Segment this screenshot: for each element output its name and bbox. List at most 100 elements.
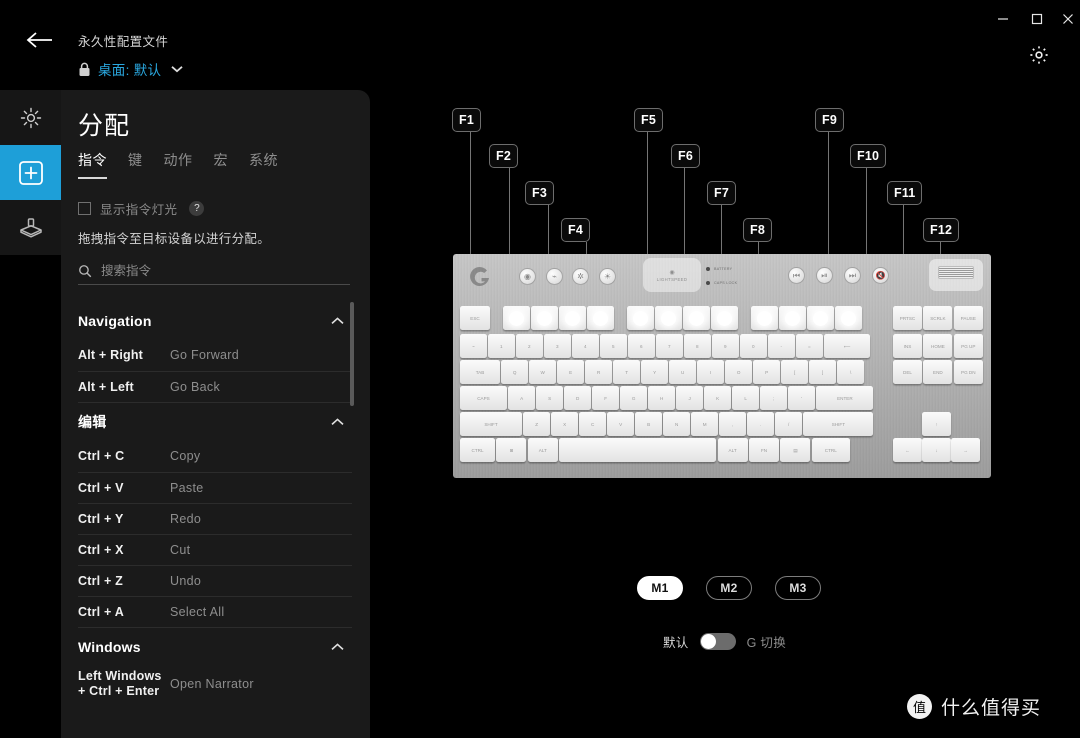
keyboard-key--[interactable]: ] (809, 360, 836, 384)
keyboard-key--[interactable]: ⊞ (496, 438, 527, 462)
keyboard-key-ins[interactable]: INS (893, 334, 922, 358)
keyboard-key-8[interactable]: 8 (684, 334, 711, 358)
command-group-header[interactable]: 编辑 (78, 403, 352, 441)
keyboard-key-tab[interactable]: TAB (460, 360, 500, 384)
command-group-header[interactable]: Windows (78, 628, 352, 666)
tab-system[interactable]: 系统 (249, 150, 278, 179)
keyboard-key-7[interactable]: 7 (656, 334, 683, 358)
keyboard-key-ctrl[interactable]: CTRL (460, 438, 495, 462)
keyboard-key-e[interactable]: E (557, 360, 584, 384)
keyboard-key-ctrl[interactable]: CTRL (811, 438, 850, 462)
keyboard-key-pg-dn[interactable]: PG DN (953, 360, 983, 384)
command-row[interactable]: Alt + Right Go Forward (78, 340, 352, 371)
keyboard-key--[interactable]: . (747, 412, 774, 436)
keyboard-key-fn[interactable]: FN (749, 438, 779, 462)
keyboard-key-o[interactable]: O (725, 360, 752, 384)
keyboard-key-alt[interactable]: ALT (717, 438, 748, 462)
chevron-up-icon[interactable] (331, 317, 344, 325)
keyboard-preview[interactable]: ◉ ⌁ ✲ ☀ ◉ LIGHTSPEED BATTERY CAPS LOCK ⏮… (453, 254, 991, 478)
bluetooth-button[interactable]: ⌁ (546, 268, 563, 285)
key-callout-f7[interactable]: F7 (707, 181, 736, 205)
keyboard-key-w[interactable]: W (529, 360, 556, 384)
search-box[interactable] (78, 258, 350, 285)
mode-button-m2[interactable]: M2 (706, 576, 752, 600)
keyboard-key-esc[interactable]: ESC (460, 306, 490, 330)
show-command-light-row[interactable]: 显示指令灯光 ? (78, 199, 205, 218)
keyboard-key-f4[interactable] (587, 306, 614, 330)
key-callout-f9[interactable]: F9 (815, 108, 844, 132)
keyboard-key-f10[interactable] (779, 306, 806, 330)
keyboard-key-r[interactable]: R (585, 360, 612, 384)
keyboard-key-f12[interactable] (835, 306, 862, 330)
tab-commands[interactable]: 指令 (78, 150, 107, 179)
keyboard-key-a[interactable]: A (508, 386, 535, 410)
keyboard-key-del[interactable]: DEL (893, 360, 922, 384)
keyboard-key-home[interactable]: HOME (923, 334, 953, 358)
keyboard-key--[interactable]: = (796, 334, 823, 358)
key-callout-f10[interactable]: F10 (850, 144, 887, 168)
chevron-up-icon[interactable] (331, 643, 344, 651)
keyboard-key-f[interactable]: F (592, 386, 619, 410)
keyboard-key-enter[interactable]: ENTER (816, 386, 874, 410)
keyboard-key--[interactable]: ↓ (922, 438, 951, 462)
keyboard-key-i[interactable]: I (697, 360, 724, 384)
settings-button[interactable] (1024, 40, 1054, 70)
keyboard-key-k[interactable]: K (704, 386, 731, 410)
keyboard-key--[interactable]: ~ (460, 334, 487, 358)
keyboard-key-b[interactable]: B (635, 412, 662, 436)
keyboard-key--[interactable]: - (768, 334, 795, 358)
keyboard-key-h[interactable]: H (648, 386, 675, 410)
keyboard-key-f1[interactable] (503, 306, 530, 330)
keyboard-key-v[interactable]: V (607, 412, 634, 436)
help-icon[interactable]: ? (189, 201, 205, 216)
game-mode-button[interactable]: ◉ (519, 268, 536, 285)
keyboard-key--[interactable]: / (775, 412, 802, 436)
command-row[interactable]: Ctrl + A Select All (78, 596, 352, 627)
key-callout-f2[interactable]: F2 (489, 144, 518, 168)
keyboard-key-f2[interactable] (531, 306, 558, 330)
key-callout-f12[interactable]: F12 (923, 218, 960, 242)
key-callout-f8[interactable]: F8 (743, 218, 772, 242)
rail-item-assignments[interactable] (0, 145, 61, 200)
keyboard-key--[interactable]: ↑ (922, 412, 951, 436)
keyboard-key-caps[interactable]: CAPS (460, 386, 507, 410)
keyboard-key-shift[interactable]: SHIFT (803, 412, 874, 436)
keyboard-key--[interactable]: , (719, 412, 746, 436)
minimize-button[interactable] (988, 6, 1018, 32)
maximize-button[interactable] (1022, 6, 1052, 32)
lighting-button[interactable]: ✲ (572, 268, 589, 285)
keyboard-key-6[interactable]: 6 (628, 334, 655, 358)
keyboard-key-n[interactable]: N (663, 412, 690, 436)
close-button[interactable] (1053, 6, 1080, 32)
keyboard-key-f8[interactable] (711, 306, 738, 330)
command-row[interactable]: Ctrl + Z Undo (78, 565, 352, 596)
command-row[interactable]: Left Windows + Ctrl + Enter Open Narrator (78, 666, 352, 702)
keyboard-key-shift[interactable]: SHIFT (460, 412, 522, 436)
keyboard-key-c[interactable]: C (579, 412, 606, 436)
keyboard-key-0[interactable]: 0 (740, 334, 767, 358)
keyboard-key-y[interactable]: Y (641, 360, 668, 384)
mute-button[interactable]: 🔇 (872, 267, 889, 284)
key-callout-f5[interactable]: F5 (634, 108, 663, 132)
keyboard-key--[interactable]: ⟵ (824, 334, 870, 358)
keyboard-key-p[interactable]: P (753, 360, 780, 384)
command-list-scrollbar-thumb[interactable] (350, 302, 354, 406)
profile-selector[interactable]: 桌面: 默认 (78, 59, 183, 79)
keyboard-key-2[interactable]: 2 (516, 334, 543, 358)
keyboard-key-t[interactable]: T (613, 360, 640, 384)
key-callout-f3[interactable]: F3 (525, 181, 554, 205)
keyboard-key--[interactable]: ▤ (780, 438, 811, 462)
key-callout-f6[interactable]: F6 (671, 144, 700, 168)
keyboard-key-j[interactable]: J (676, 386, 703, 410)
keyboard-key-space[interactable] (559, 438, 717, 462)
keyboard-key--[interactable]: \ (837, 360, 864, 384)
keyboard-key-pg-up[interactable]: PG UP (953, 334, 983, 358)
rail-item-lighting[interactable] (0, 90, 61, 145)
keyboard-key--[interactable]: ' (788, 386, 815, 410)
keyboard-key--[interactable]: ← (893, 438, 922, 462)
command-row[interactable]: Ctrl + Y Redo (78, 503, 352, 534)
show-command-light-checkbox[interactable] (78, 202, 91, 215)
key-callout-f11[interactable]: F11 (887, 181, 923, 205)
keyboard-key-f11[interactable] (807, 306, 834, 330)
rail-item-devices[interactable] (0, 200, 61, 255)
